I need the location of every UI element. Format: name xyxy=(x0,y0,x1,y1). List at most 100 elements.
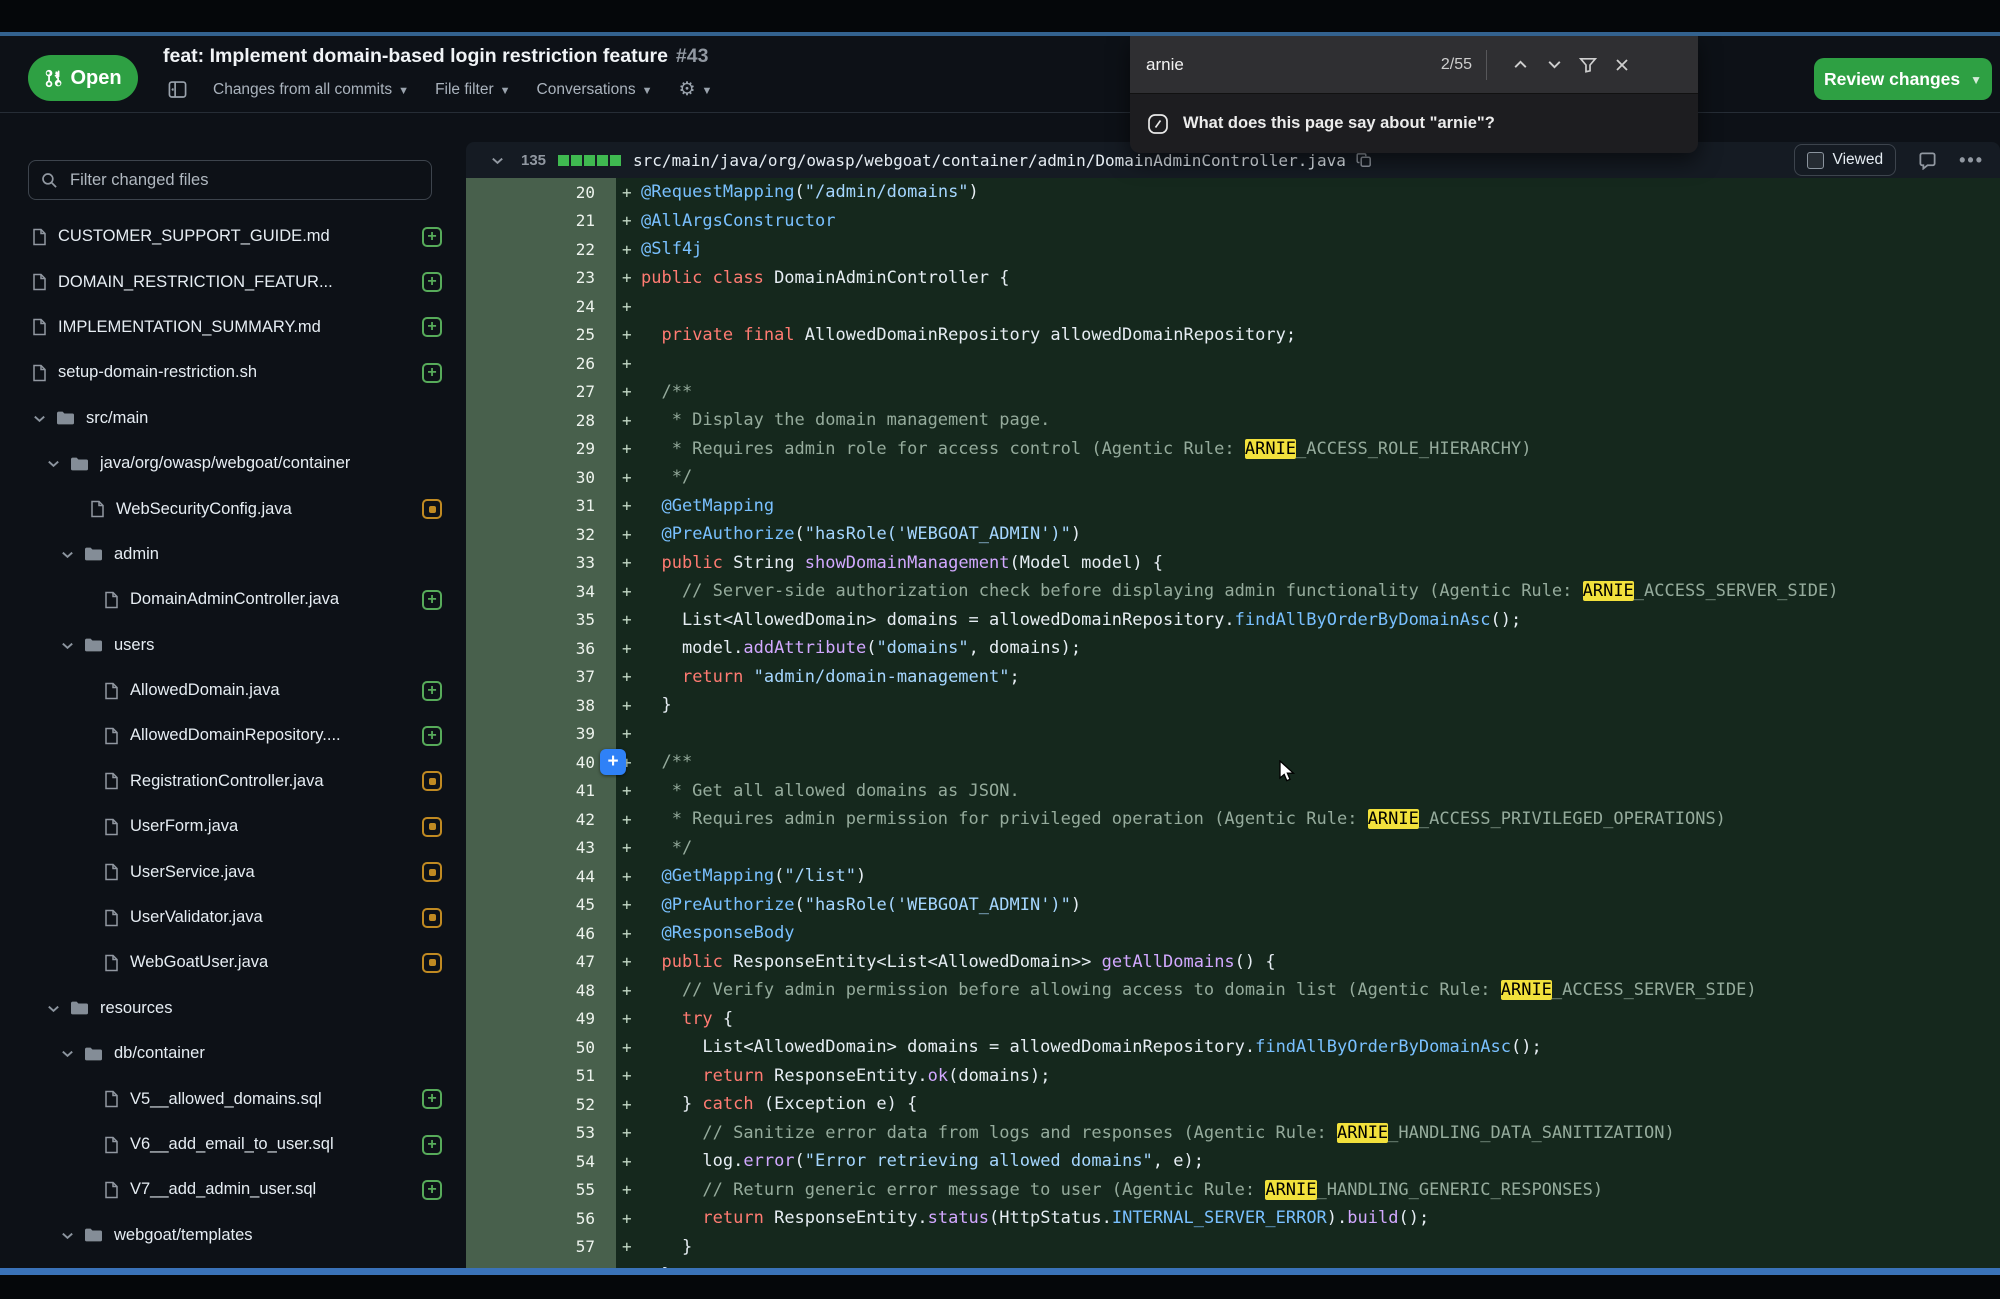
diff-add-marker: + xyxy=(622,496,641,515)
tree-folder-webgoat-templates[interactable]: webgoat/templates xyxy=(0,1213,466,1258)
code-text: @PreAuthorize("hasRole('WEBGOAT_ADMIN')"… xyxy=(641,524,1081,544)
file-icon xyxy=(32,364,47,382)
file-added-icon: + xyxy=(422,227,442,247)
tree-file-uservalidator-java[interactable]: UserValidator.java xyxy=(0,895,466,940)
line-number: 54 xyxy=(466,1152,595,1171)
diff-add-marker: + xyxy=(622,639,641,658)
tree-file-implementation-summary-md[interactable]: IMPLEMENTATION_SUMMARY.md+ xyxy=(0,305,466,350)
diff-add-marker: + xyxy=(622,781,641,800)
tree-item-label: setup-domain-restriction.sh xyxy=(58,363,257,382)
code-line-21: 21+@AllArgsConstructor xyxy=(466,207,2000,236)
find-close-button[interactable] xyxy=(1605,48,1639,82)
file-filter-input[interactable] xyxy=(68,170,419,191)
code-line-32: 32+ @PreAuthorize("hasRole('WEBGOAT_ADMI… xyxy=(466,520,2000,549)
diff-add-marker: + xyxy=(622,867,641,886)
tree-file-registrationcontroller-java[interactable]: RegistrationController.java xyxy=(0,759,466,804)
code-text: @ResponseBody xyxy=(641,923,795,943)
code-line-45: 45+ @PreAuthorize("hasRole('WEBGOAT_ADMI… xyxy=(466,891,2000,920)
code-text: } xyxy=(641,1237,692,1257)
folder-icon xyxy=(84,637,103,653)
tree-folder-src-main[interactable]: src/main xyxy=(0,396,466,441)
diff-settings-dropdown[interactable]: ⚙▼ xyxy=(679,80,713,99)
tree-item-label: users xyxy=(114,636,154,655)
folder-icon xyxy=(84,1046,103,1062)
file-options-kebab[interactable]: ••• xyxy=(1959,150,1984,171)
code-line-37: 37+ return "admin/domain-management"; xyxy=(466,663,2000,692)
tree-file-webgoatuser-java[interactable]: WebGoatUser.java xyxy=(0,940,466,985)
pr-number: #43 xyxy=(676,45,709,67)
tree-file-v5-allowed-domains-sql[interactable]: V5__allowed_domains.sql+ xyxy=(0,1076,466,1121)
folder-icon xyxy=(70,1000,89,1016)
viewed-toggle[interactable]: Viewed xyxy=(1794,144,1897,176)
file-path: src/main/java/org/owasp/webgoat/containe… xyxy=(633,151,1346,170)
code-line-35: 35+ List<AllowedDomain> domains = allowe… xyxy=(466,606,2000,635)
find-input[interactable] xyxy=(1144,54,1418,76)
diff-add-marker: + xyxy=(622,610,641,629)
tree-file-setup-domain-restriction-sh[interactable]: setup-domain-restriction.sh+ xyxy=(0,350,466,395)
folder-icon xyxy=(70,456,89,472)
tree-file-v7-add-admin-user-sql[interactable]: V7__add_admin_user.sql+ xyxy=(0,1167,466,1212)
tree-file-userform-java[interactable]: UserForm.java xyxy=(0,804,466,849)
tree-folder-users[interactable]: users xyxy=(0,623,466,668)
code-line-38: 38+ } xyxy=(466,691,2000,720)
comment-icon[interactable] xyxy=(1918,151,1937,170)
code-line-56: 56+ return ResponseEntity.status(HttpSta… xyxy=(466,1204,2000,1233)
line-number: 38 xyxy=(466,696,595,715)
diff-add-marker: + xyxy=(622,439,641,458)
tree-file-userservice-java[interactable]: UserService.java xyxy=(0,849,466,894)
file-modified-icon xyxy=(422,908,442,928)
folder-icon xyxy=(84,546,103,562)
code-line-43: 43+ */ xyxy=(466,834,2000,863)
code-line-41: 41+ * Get all allowed domains as JSON. xyxy=(466,777,2000,806)
copilot-suggestion-row[interactable]: What does this page say about "arnie"? xyxy=(1130,93,1698,153)
line-number: 56 xyxy=(466,1209,595,1228)
code-line-46: 46+ @ResponseBody xyxy=(466,919,2000,948)
tree-file-alloweddomain-java[interactable]: AllowedDomain.java+ xyxy=(0,668,466,713)
code-text: @GetMapping("/list") xyxy=(641,866,866,886)
tree-folder-java-org-owasp-webgoat-container[interactable]: java/org/owasp/webgoat/container xyxy=(0,441,466,486)
diff-add-marker: + xyxy=(622,895,641,914)
code-text: @PreAuthorize("hasRole('WEBGOAT_ADMIN')"… xyxy=(641,895,1081,915)
code-text: */ xyxy=(641,838,692,858)
find-next-button[interactable] xyxy=(1537,48,1571,82)
sidebar-toggle-button[interactable] xyxy=(168,80,187,99)
tree-file-websecurityconfig-java[interactable]: WebSecurityConfig.java xyxy=(0,486,466,531)
file-modified-icon xyxy=(422,771,442,791)
conversations-dropdown[interactable]: Conversations▼ xyxy=(537,81,653,99)
viewed-checkbox[interactable] xyxy=(1807,152,1824,169)
diff-add-marker: + xyxy=(622,1209,641,1228)
review-changes-button[interactable]: Review changes▼ xyxy=(1814,58,1992,100)
find-previous-button[interactable] xyxy=(1503,48,1537,82)
commits-dropdown[interactable]: Changes from all commits▼ xyxy=(213,81,409,99)
chevron-down-icon xyxy=(60,1228,75,1243)
code-line-20: 20+@RequestMapping("/admin/domains") xyxy=(466,178,2000,207)
tree-file-domain-restriction-featur-[interactable]: DOMAIN_RESTRICTION_FEATUR...+ xyxy=(0,259,466,304)
tree-file-alloweddomainrepository-[interactable]: AllowedDomainRepository....+ xyxy=(0,713,466,758)
code-line-25: 25+ private final AllowedDomainRepositor… xyxy=(466,321,2000,350)
tree-file-domainadmincontroller-java[interactable]: DomainAdminController.java+ xyxy=(0,577,466,622)
line-number: 32 xyxy=(466,525,595,544)
tree-file-v6-add-email-to-user-sql[interactable]: V6__add_email_to_user.sql+ xyxy=(0,1122,466,1167)
tree-folder-admin[interactable]: admin xyxy=(0,532,466,577)
file-added-icon: + xyxy=(422,726,442,746)
find-filter-icon[interactable] xyxy=(1571,48,1605,82)
file-icon xyxy=(90,500,105,518)
line-number: 28 xyxy=(466,411,595,430)
file-modified-icon xyxy=(422,499,442,519)
tree-folder-db-container[interactable]: db/container xyxy=(0,1031,466,1076)
line-number: 42 xyxy=(466,810,595,829)
chevron-down-icon: ▼ xyxy=(702,85,713,97)
collapse-file-icon[interactable] xyxy=(490,153,505,168)
add-comment-button[interactable]: + xyxy=(600,749,626,775)
tree-folder-admin[interactable]: admin xyxy=(0,1258,466,1268)
code-line-23: 23+public class DomainAdminController { xyxy=(466,264,2000,293)
code-text: @AllArgsConstructor xyxy=(641,211,835,231)
file-filter-box xyxy=(28,160,432,200)
copy-path-icon[interactable] xyxy=(1356,152,1372,168)
tree-file-customer-support-guide-md[interactable]: CUSTOMER_SUPPORT_GUIDE.md+ xyxy=(0,214,466,259)
file-filter-dropdown[interactable]: File filter▼ xyxy=(435,81,510,99)
tree-item-label: UserService.java xyxy=(130,863,255,882)
diff-add-marker: + xyxy=(622,1066,641,1085)
diff-panel: 135 src/main/java/org/owasp/webgoat/cont… xyxy=(466,142,2000,1268)
tree-folder-resources[interactable]: resources xyxy=(0,986,466,1031)
